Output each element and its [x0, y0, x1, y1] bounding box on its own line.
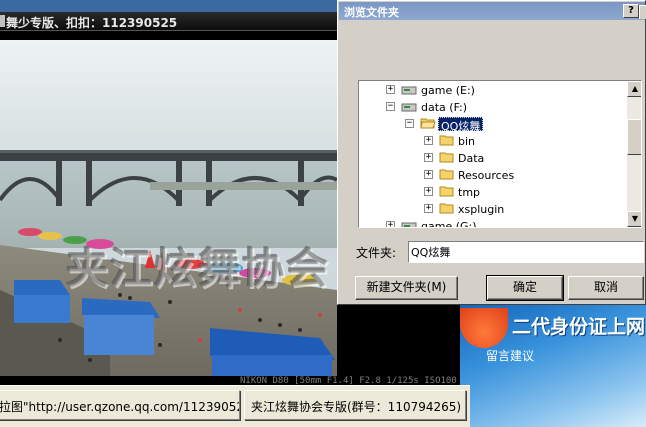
expand-icon[interactable]: +: [386, 85, 395, 94]
status-group-panel[interactable]: 夹江炫舞协会专版(群号：110794265): [244, 390, 466, 420]
browse-folder-dialog: 浏览文件夹 ? + game (E:) − data (F:) − QQ炫舞 +…: [337, 0, 646, 305]
expand-icon[interactable]: +: [424, 170, 433, 179]
expand-icon[interactable]: +: [424, 153, 433, 162]
folder-label: 文件夹:: [356, 246, 397, 260]
collapse-icon[interactable]: −: [405, 119, 414, 128]
folder-tree-list: + game (E:) − data (F:) − QQ炫舞 + bin + D…: [359, 81, 627, 227]
ok-button[interactable]: 确定: [486, 275, 564, 301]
tree-node-label: tmp: [458, 186, 481, 199]
status-url-panel[interactable]: 拉图"http://user.qzone.qq.com/11239052: [0, 390, 240, 420]
tree-node-label: Resources: [458, 169, 515, 182]
drive-icon: [401, 222, 417, 227]
expand-icon[interactable]: +: [424, 187, 433, 196]
folder-icon: [439, 169, 454, 180]
background-titlebar[interactable]: 舞少专版、扣扣：112390525: [0, 12, 340, 31]
background-window-title: 舞少专版、扣扣：112390525: [6, 16, 178, 30]
web-banner: 二代身份证上网: [512, 316, 646, 338]
folder-input[interactable]: [408, 241, 644, 263]
expand-icon[interactable]: +: [424, 136, 433, 145]
tree-node-label: game (E:): [421, 84, 475, 97]
tree-node-label: bin: [458, 135, 476, 148]
folder-open-icon: [420, 118, 436, 129]
drive-icon: [401, 103, 417, 112]
dance-photo: 夹江炫舞协会: [0, 40, 337, 376]
background-statusbar: 拉图"http://user.qzone.qq.com/11239052 夹江炫…: [0, 385, 470, 427]
photo-scene: [0, 40, 337, 376]
scroll-up-icon[interactable]: ▲: [627, 81, 641, 97]
folder-tree[interactable]: + game (E:) − data (F:) − QQ炫舞 + bin + D…: [358, 80, 642, 228]
expand-icon[interactable]: +: [424, 204, 433, 213]
folder-icon: [439, 152, 454, 163]
scroll-down-icon[interactable]: ▼: [627, 211, 641, 227]
help-button[interactable]: ?: [623, 4, 639, 18]
tree-scrollbar[interactable]: ▲ ▼: [627, 81, 641, 227]
collapse-icon[interactable]: −: [386, 102, 395, 111]
dialog-titlebar[interactable]: 浏览文件夹 ?: [339, 2, 646, 20]
tree-node-label: data (F:): [421, 101, 468, 114]
photo-watermark: 夹江炫舞协会: [66, 244, 331, 293]
tree-node-label: game (G:): [421, 220, 477, 228]
web-content-area: 二代身份证上网 留言建议: [460, 300, 646, 427]
folder-icon: [439, 135, 454, 146]
tree-node-label: Data: [458, 152, 485, 165]
feedback-link[interactable]: 留言建议: [486, 347, 534, 364]
close-button[interactable]: [639, 5, 646, 19]
scroll-thumb[interactable]: [627, 119, 641, 155]
tree-node-label: xsplugin: [458, 203, 505, 216]
cancel-button[interactable]: 取消: [568, 276, 644, 300]
top-strip: [0, 0, 340, 12]
tree-node-label: QQ炫舞: [438, 117, 484, 133]
new-folder-button[interactable]: 新建文件夹(M): [355, 276, 458, 300]
folder-icon: [439, 203, 454, 214]
dialog-title: 浏览文件夹: [344, 6, 399, 19]
app-icon: [0, 15, 5, 27]
folder-icon: [439, 186, 454, 197]
expand-icon[interactable]: +: [386, 221, 395, 227]
drive-icon: [401, 86, 417, 95]
